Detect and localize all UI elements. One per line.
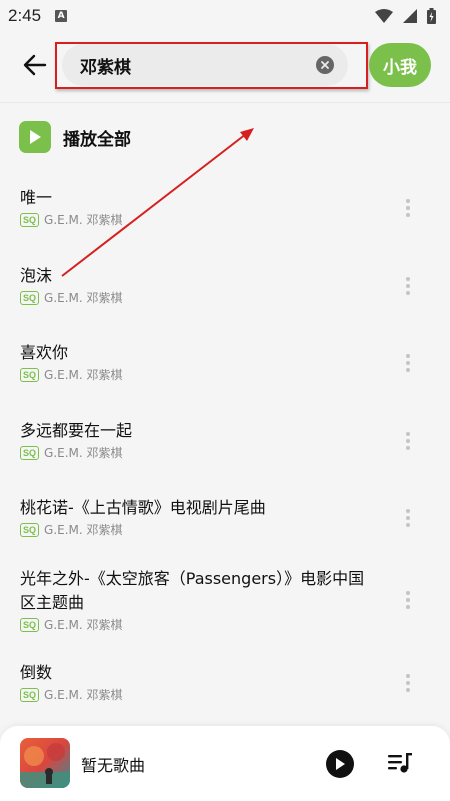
play-all-label: 播放全部 <box>63 129 131 150</box>
song-title: 倒数 <box>20 663 53 682</box>
more-options-button[interactable] <box>398 505 418 531</box>
song-meta: SQ G.E.M. 邓紫棋 <box>20 289 430 306</box>
song-meta: SQ G.E.M. 邓紫棋 <box>20 686 430 703</box>
quality-badge: SQ <box>20 687 40 702</box>
quality-badge: SQ <box>20 212 40 227</box>
header-divider <box>0 102 450 103</box>
wifi-icon <box>375 9 393 23</box>
song-artist: G.E.M. 邓紫棋 <box>44 688 123 702</box>
song-title: 多远都要在一起 <box>20 421 133 440</box>
search-query[interactable]: 邓紫棋 <box>80 53 316 78</box>
song-meta: SQ G.E.M. 邓紫棋 <box>20 616 430 633</box>
song-artist: G.E.M. 邓紫棋 <box>44 213 123 227</box>
play-icon <box>336 758 345 770</box>
song-meta: SQ G.E.M. 邓紫棋 <box>20 521 430 538</box>
queue-music-icon[interactable] <box>386 751 414 777</box>
player-play-button[interactable] <box>326 750 354 778</box>
song-artist: G.E.M. 邓紫棋 <box>44 291 123 305</box>
song-artist: G.E.M. 邓紫棋 <box>44 368 123 382</box>
quality-badge: SQ <box>20 522 40 537</box>
search-input[interactable]: 邓紫棋 <box>62 44 348 86</box>
list-item[interactable]: 唯一 SQ G.E.M. 邓紫棋 <box>20 186 430 228</box>
clear-search-button[interactable] <box>316 56 334 74</box>
song-title: 桃花诺-《上古情歌》电视剧片尾曲 <box>20 498 266 517</box>
more-options-button[interactable] <box>398 670 418 696</box>
status-time: 2:45 <box>8 6 42 25</box>
more-options-button[interactable] <box>398 273 418 299</box>
quality-badge: SQ <box>20 290 40 305</box>
quality-badge: SQ <box>20 445 40 460</box>
list-item[interactable]: 桃花诺-《上古情歌》电视剧片尾曲 SQ G.E.M. 邓紫棋 <box>20 496 430 538</box>
mini-player[interactable]: 暂无歌曲 <box>0 726 450 801</box>
song-title: 唯一 <box>20 188 53 207</box>
more-options-button[interactable] <box>398 350 418 376</box>
song-title: 光年之外-《太空旅客（Passengers）》电影中国区主题曲 <box>20 569 365 612</box>
song-meta: SQ G.E.M. 邓紫棋 <box>20 211 430 228</box>
status-bar: 2:45 A <box>0 0 450 32</box>
clear-icon <box>321 61 329 69</box>
more-options-button[interactable] <box>398 428 418 454</box>
song-title: 泡沫 <box>20 266 53 285</box>
back-arrow-icon <box>23 54 47 76</box>
song-meta: SQ G.E.M. 邓紫棋 <box>20 444 430 461</box>
song-artist: G.E.M. 邓紫棋 <box>44 618 123 632</box>
song-title: 喜欢你 <box>20 343 69 362</box>
play-all-icon-wrap <box>19 121 51 153</box>
back-button[interactable] <box>20 50 50 80</box>
song-artist: G.E.M. 邓紫棋 <box>44 446 123 460</box>
list-item[interactable]: 倒数 SQ G.E.M. 邓紫棋 <box>20 661 430 703</box>
more-options-button[interactable] <box>398 587 418 613</box>
quality-badge: SQ <box>20 367 40 382</box>
song-meta: SQ G.E.M. 邓紫棋 <box>20 366 430 383</box>
list-item[interactable]: 光年之外-《太空旅客（Passengers）》电影中国区主题曲 SQ G.E.M… <box>20 567 430 633</box>
more-options-button[interactable] <box>398 195 418 221</box>
list-item[interactable]: 泡沫 SQ G.E.M. 邓紫棋 <box>20 264 430 306</box>
play-icon <box>30 130 41 144</box>
notification-a-icon: A <box>55 10 68 22</box>
play-all-button[interactable]: 播放全部 <box>19 121 131 153</box>
album-art[interactable] <box>20 738 70 788</box>
quality-badge: SQ <box>20 617 40 632</box>
battery-icon <box>427 8 436 24</box>
list-item[interactable]: 多远都要在一起 SQ G.E.M. 邓紫棋 <box>20 419 430 461</box>
signal-icon <box>403 9 417 23</box>
list-item[interactable]: 喜欢你 SQ G.E.M. 邓紫棋 <box>20 341 430 383</box>
player-title: 暂无歌曲 <box>81 756 146 775</box>
status-icons <box>375 8 436 24</box>
search-button[interactable]: 小我 <box>369 43 431 87</box>
song-artist: G.E.M. 邓紫棋 <box>44 523 123 537</box>
